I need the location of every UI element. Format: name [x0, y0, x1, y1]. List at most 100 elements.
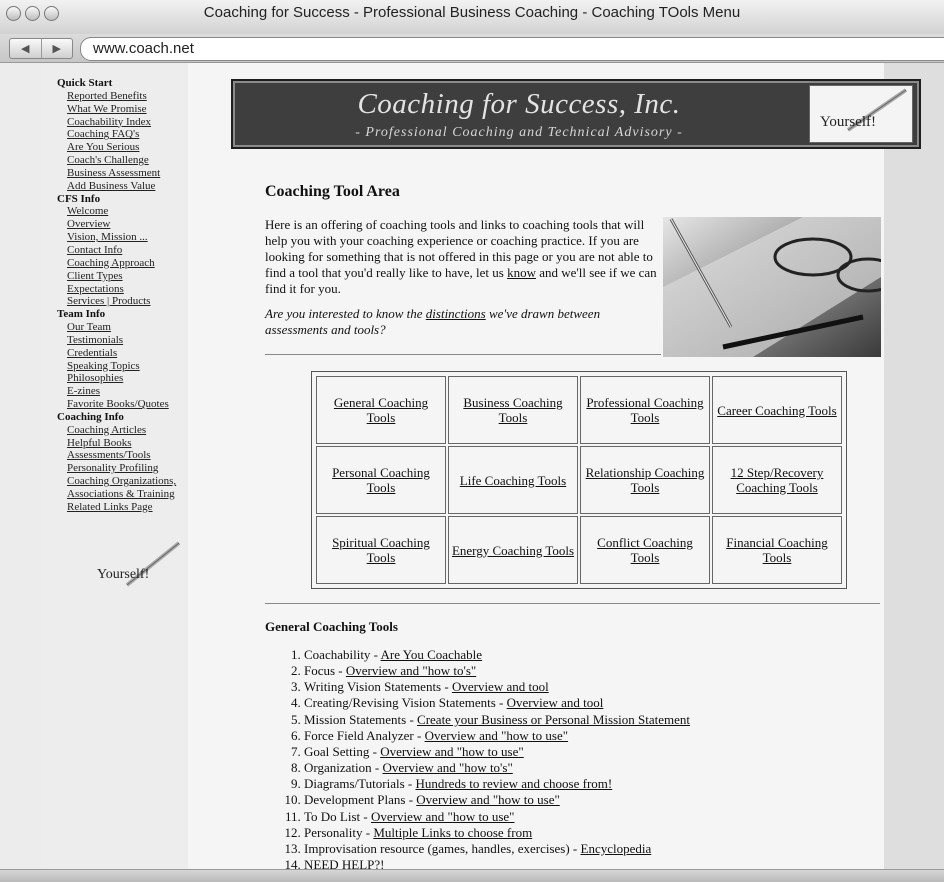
sidebar-item-coach-s-challenge[interactable]: Coach's Challenge — [57, 154, 176, 167]
list-item: Force Field Analyzer - Overview and "how… — [304, 728, 690, 744]
sidebar-item-services-products[interactable]: Services | Products — [57, 295, 176, 308]
sidebar-item-assessments-tools[interactable]: Assessments/Tools — [57, 449, 176, 462]
page-viewport: Quick Start Reported Benefits What We Prom… — [0, 63, 944, 869]
tool-cell: Life Coaching Tools — [448, 446, 578, 514]
sidebar-item-personality-profiling[interactable]: Personality Profiling — [57, 462, 176, 475]
tool-link[interactable]: Overview and tool — [507, 695, 604, 710]
tool-link[interactable]: Overview and "how to use" — [380, 744, 523, 759]
sidebar-item-helpful-books[interactable]: Helpful Books — [57, 437, 176, 450]
banner-logo-text: Yourself! — [820, 114, 876, 130]
tool-link-career-coaching-tools[interactable]: Career Coaching Tools — [717, 403, 836, 418]
sidebar-heading-cfs-info: CFS Info — [57, 192, 101, 205]
list-item: Creating/Revising Vision Statements - Ov… — [304, 695, 690, 711]
address-bar[interactable]: www.coach.net — [80, 37, 944, 61]
tool-link[interactable]: Create your Business or Personal Mission… — [417, 712, 690, 727]
tool-link-spiritual-coaching-tools[interactable]: Spiritual Coaching Tools — [332, 535, 430, 565]
back-arrow-icon[interactable]: ◀ — [10, 39, 41, 58]
sidebar-item-philosophies[interactable]: Philosophies — [57, 372, 176, 385]
tool-cell: Conflict Coaching Tools — [580, 516, 710, 584]
list-item: Focus - Overview and "how to's" — [304, 663, 690, 679]
sidebar-heading-team-info: Team Info — [57, 308, 106, 321]
tool-link[interactable]: Encyclopedia — [581, 841, 652, 856]
site-banner: Coaching for Success, Inc. - Professiona… — [231, 79, 921, 149]
list-item: Development Plans - Overview and "how to… — [304, 792, 690, 808]
tool-link-business-coaching-tools[interactable]: Business Coaching Tools — [463, 395, 562, 425]
tool-cell: Personal Coaching Tools — [316, 446, 446, 514]
window-title: Coaching for Success - Professional Busi… — [203, 4, 741, 21]
sidebar-item-welcome[interactable]: Welcome — [57, 205, 176, 218]
status-bar — [0, 869, 944, 882]
sidebar-item-contact-info[interactable]: Contact Info — [57, 244, 176, 257]
tool-link-12-step-recovery-coaching-tools[interactable]: 12 Step/Recovery Coaching Tools — [731, 465, 824, 495]
sidebar-item-overview[interactable]: Overview — [57, 218, 176, 231]
sidebar-item-favorite-books-quotes[interactable]: Favorite Books/Quotes — [57, 398, 176, 411]
tool-link-relationship-coaching-tools[interactable]: Relationship Coaching Tools — [586, 465, 705, 495]
forward-arrow-icon[interactable]: ▶ — [40, 39, 73, 58]
sidebar-item-testimonials[interactable]: Testimonials — [57, 334, 176, 347]
tool-link[interactable]: Overview and tool — [452, 679, 549, 694]
tool-link[interactable]: Overview and "how to use" — [416, 792, 559, 807]
divider — [265, 354, 661, 355]
sidebar-nav: Quick Start Reported Benefits What We Prom… — [57, 77, 176, 514]
sidebar-item-e-zines[interactable]: E-zines — [57, 385, 176, 398]
tool-link-financial-coaching-tools[interactable]: Financial Coaching Tools — [726, 535, 827, 565]
browser-toolbar: ◀ ▶ www.coach.net — [0, 34, 944, 63]
tool-category-grid: General Coaching Tools Business Coaching … — [311, 371, 847, 589]
tool-link[interactable]: Are You Coachable — [381, 647, 482, 662]
sidebar-heading-quick-start: Quick Start — [57, 77, 113, 89]
sidebar-item-are-you-serious[interactable]: Are You Serious — [57, 141, 176, 154]
tool-cell: Career Coaching Tools — [712, 376, 842, 444]
banner-subtitle: - Professional Coaching and Technical Ad… — [355, 125, 683, 140]
divider — [265, 603, 880, 604]
sidebar-item-coaching-organizations[interactable]: Coaching Organizations, — [57, 475, 176, 488]
know-link[interactable]: know — [507, 265, 536, 280]
right-margin — [884, 63, 944, 869]
sidebar-item-our-team[interactable]: Our Team — [57, 321, 176, 334]
tool-link[interactable]: Overview and "how to use" — [371, 809, 514, 824]
list-item: Improvisation resource (games, handles, … — [304, 841, 690, 857]
tool-link-energy-coaching-tools[interactable]: Energy Coaching Tools — [452, 543, 574, 558]
sidebar-item-reported-benefits[interactable]: Reported Benefits — [57, 90, 176, 103]
distinctions-link[interactable]: distinctions — [426, 306, 486, 321]
sidebar-item-speaking-topics[interactable]: Speaking Topics — [57, 360, 176, 373]
yourself-logo-text: Yourself! — [97, 567, 150, 582]
sidebar-item-add-business-value[interactable]: Add Business Value — [57, 180, 176, 193]
pen-icon — [125, 541, 181, 587]
tool-link[interactable]: Overview and "how to's" — [382, 760, 512, 775]
tool-cell: Business Coaching Tools — [448, 376, 578, 444]
sidebar-item-coaching-approach[interactable]: Coaching Approach — [57, 257, 176, 270]
sidebar-item-credentials[interactable]: Credentials — [57, 347, 176, 360]
tool-link[interactable]: Multiple Links to choose from — [373, 825, 532, 840]
sidebar-item-business-assessment[interactable]: Business Assessment — [57, 167, 176, 180]
general-tools-list: Coachability - Are You CoachableFocus - … — [264, 647, 690, 869]
tool-link-conflict-coaching-tools[interactable]: Conflict Coaching Tools — [597, 535, 693, 565]
intro-text: Here is an offering of coaching tools an… — [265, 217, 660, 347]
sidebar-item-associations-training[interactable]: Associations & Training — [57, 488, 176, 501]
sidebar-item-coaching-articles[interactable]: Coaching Articles — [57, 424, 176, 437]
list-item: Coachability - Are You Coachable — [304, 647, 690, 663]
list-item: Organization - Overview and "how to's" — [304, 760, 690, 776]
tool-link[interactable]: Overview and "how to use" — [425, 728, 568, 743]
list-item: NEED HELP?! — [304, 857, 690, 869]
tool-link-personal-coaching-tools[interactable]: Personal Coaching Tools — [332, 465, 430, 495]
sidebar-item-client-types[interactable]: Client Types — [57, 270, 176, 283]
list-item: Writing Vision Statements - Overview and… — [304, 679, 690, 695]
tool-cell: Financial Coaching Tools — [712, 516, 842, 584]
tool-cell: Energy Coaching Tools — [448, 516, 578, 584]
sidebar-item-what-we-promise[interactable]: What We Promise — [57, 103, 176, 116]
tool-link[interactable]: Hundreds to review and choose from! — [415, 776, 612, 791]
list-item: To Do List - Overview and "how to use" — [304, 809, 690, 825]
tool-link[interactable]: Overview and "how to's" — [346, 663, 476, 678]
list-title: General Coaching Tools — [265, 619, 398, 634]
sidebar-item-vision-mission[interactable]: Vision, Mission ... — [57, 231, 176, 244]
tool-cell: Relationship Coaching Tools — [580, 446, 710, 514]
distinctions-paragraph: Are you interested to know the distincti… — [265, 306, 601, 337]
history-buttons: ◀ ▶ — [9, 38, 73, 59]
tool-link-general-coaching-tools[interactable]: General Coaching Tools — [334, 395, 428, 425]
sidebar-item-expectations[interactable]: Expectations — [57, 283, 176, 296]
sidebar-item-coachability-index[interactable]: Coachability Index — [57, 116, 176, 129]
sidebar-item-coaching-faq-s[interactable]: Coaching FAQ's — [57, 128, 176, 141]
tool-link-life-coaching-tools[interactable]: Life Coaching Tools — [460, 473, 566, 488]
sidebar-item-related-links-page[interactable]: Related Links Page — [57, 501, 176, 514]
tool-link-professional-coaching-tools[interactable]: Professional Coaching Tools — [586, 395, 703, 425]
